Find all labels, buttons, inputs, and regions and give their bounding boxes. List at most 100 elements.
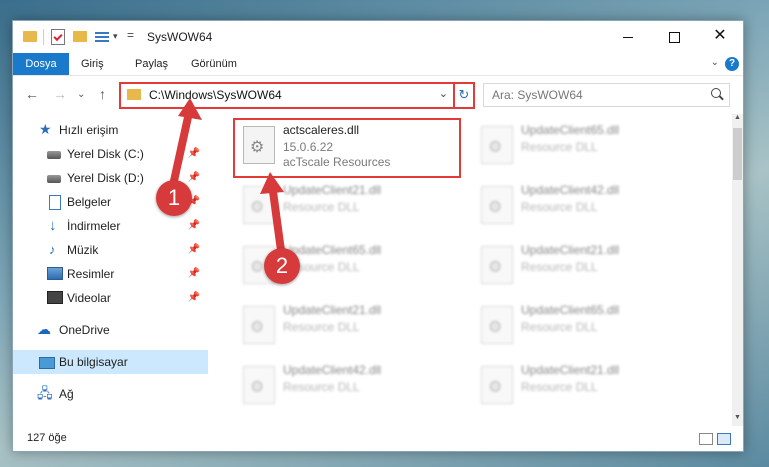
ribbon: Dosya Giriş Paylaş Görünüm ⌄ ? — [13, 53, 743, 76]
pin-icon[interactable]: 📌 — [188, 172, 200, 183]
file-tile[interactable]: UpdateClient21.dll Resource DLL — [477, 240, 707, 288]
pin-icon[interactable]: 📌 — [188, 244, 200, 255]
pin-icon[interactable]: 📌 — [188, 148, 200, 159]
title-bar: ▾ = SysWOW64 ✕ — [13, 21, 743, 53]
sidebar-item-label: Müzik — [67, 243, 99, 257]
file-name: UpdateClient42.dll — [521, 183, 620, 197]
file-name: UpdateClient21.dll — [521, 243, 620, 257]
dll-file-icon — [481, 306, 513, 344]
file-name: UpdateClient42.dll — [283, 363, 382, 377]
sidebar-item-pictures[interactable]: Resimler 📌 — [13, 262, 208, 286]
minimize-button[interactable] — [605, 21, 651, 51]
computer-icon — [39, 357, 55, 369]
sidebar-item-music[interactable]: ♪ Müzik 📌 — [13, 238, 208, 262]
file-description: Resource DLL — [521, 260, 598, 274]
properties-icon[interactable] — [51, 29, 65, 45]
sidebar-item-videos[interactable]: Videolar 📌 — [13, 286, 208, 310]
maximize-button[interactable] — [651, 21, 697, 51]
search-placeholder: Ara: SysWOW64 — [492, 88, 583, 102]
address-path[interactable]: C:\Windows\SysWOW64 — [149, 88, 282, 102]
chevron-down-icon[interactable]: ⌄ — [439, 87, 448, 100]
window-title: SysWOW64 — [147, 30, 213, 44]
step-1-badge: 1 — [156, 180, 192, 216]
dll-file-icon — [481, 186, 513, 224]
tab-share[interactable]: Paylaş — [125, 53, 178, 75]
file-description: Resource DLL — [283, 200, 360, 214]
scroll-down-icon[interactable]: ▼ — [732, 414, 743, 426]
view-icon[interactable] — [95, 30, 109, 42]
file-name: UpdateClient65.dll — [521, 123, 620, 137]
file-name: UpdateClient65.dll — [283, 243, 382, 257]
recent-chevron-icon[interactable]: ⌄ — [77, 89, 85, 100]
file-tile[interactable]: UpdateClient21.dll Resource DLL — [239, 300, 469, 348]
network-icon: 🖧 — [37, 385, 53, 401]
sidebar-item-this-pc[interactable]: Bu bilgisayar — [13, 350, 208, 374]
address-bar[interactable]: C:\Windows\SysWOW64 ⌄ — [119, 82, 456, 109]
step-2-badge: 2 — [264, 248, 300, 284]
file-tile[interactable]: UpdateClient21.dll Resource DLL — [477, 360, 707, 408]
tiles-view-icon[interactable] — [717, 433, 731, 445]
pin-icon[interactable]: 📌 — [188, 292, 200, 303]
file-tile[interactable]: UpdateClient21.dll Resource DLL — [239, 180, 469, 228]
file-description: Resource DLL — [283, 380, 360, 394]
refresh-button[interactable]: ↻ — [453, 82, 475, 109]
forward-arrow-icon[interactable]: → — [53, 86, 67, 102]
star-icon: ★ — [39, 121, 52, 137]
dll-file-icon — [243, 186, 275, 224]
sidebar-item-label: Hızlı erişim — [59, 123, 119, 137]
sidebar-item-onedrive[interactable]: ☁ OneDrive — [13, 318, 208, 342]
sidebar-item-downloads[interactable]: ↓ İndirmeler 📌 — [13, 214, 208, 238]
file-description: Resource DLL — [521, 200, 598, 214]
cloud-icon: ☁ — [37, 321, 51, 337]
sidebar-item-label: İndirmeler — [67, 219, 121, 233]
status-bar: 127 öğe — [13, 426, 743, 451]
sidebar-item-label: Resimler — [67, 267, 115, 281]
videos-icon — [47, 291, 63, 304]
document-icon — [49, 195, 61, 210]
sidebar-item-network[interactable]: 🖧 Ağ — [13, 382, 208, 406]
folder-icon — [127, 89, 141, 100]
help-icon[interactable]: ? — [725, 57, 739, 71]
sidebar-item-label: Belgeler — [67, 195, 112, 209]
file-tile[interactable]: UpdateClient65.dll Resource DLL — [477, 120, 707, 168]
pin-icon[interactable]: 📌 — [188, 268, 200, 279]
pin-icon[interactable]: 📌 — [188, 220, 200, 231]
sidebar-item-disk-c[interactable]: Yerel Disk (C:) 📌 — [13, 142, 208, 166]
separator — [43, 29, 44, 45]
chevron-down-icon[interactable]: ⌄ — [711, 57, 719, 68]
scrollbar-thumb[interactable] — [733, 128, 742, 180]
up-arrow-icon[interactable]: ↑ — [99, 86, 106, 102]
dll-file-icon — [481, 126, 513, 164]
file-description: Resource DLL — [521, 140, 598, 154]
file-highlight-box — [233, 118, 461, 178]
tab-home[interactable]: Giriş — [71, 53, 114, 75]
new-folder-icon[interactable] — [73, 31, 87, 42]
dll-file-icon — [481, 246, 513, 284]
file-tile[interactable]: UpdateClient65.dll Resource DLL — [477, 300, 707, 348]
chevron-down-icon[interactable]: ▾ — [113, 31, 118, 47]
explorer-window: ▾ = SysWOW64 ✕ Dosya Giriş Paylaş Görünü… — [12, 20, 744, 452]
sidebar-item-label: Ağ — [59, 387, 74, 401]
download-icon: ↓ — [49, 217, 57, 234]
tab-file[interactable]: Dosya — [13, 53, 69, 75]
sidebar-item-label: Yerel Disk (C:) — [67, 147, 144, 161]
close-button[interactable]: ✕ — [697, 21, 743, 51]
file-tile[interactable]: UpdateClient42.dll Resource DLL — [239, 360, 469, 408]
file-description: Resource DLL — [521, 380, 598, 394]
tab-view[interactable]: Görünüm — [181, 53, 247, 75]
vertical-scrollbar[interactable]: ▲ ▼ — [732, 114, 743, 426]
file-name: UpdateClient21.dll — [521, 363, 620, 377]
sidebar-item-label: Videolar — [67, 291, 111, 305]
dll-file-icon — [243, 366, 275, 404]
back-arrow-icon[interactable]: ← — [25, 86, 39, 102]
details-view-icon[interactable] — [699, 433, 713, 445]
file-name: UpdateClient21.dll — [283, 183, 382, 197]
navigation-bar: ← → ⌄ ↑ C:\Windows\SysWOW64 ⌄ ↻ Ara: Sys… — [13, 76, 743, 114]
search-input[interactable]: Ara: SysWOW64 — [483, 83, 730, 107]
sidebar-item-quick-access[interactable]: ★ Hızlı erişim — [13, 118, 208, 142]
scroll-up-icon[interactable]: ▲ — [732, 114, 743, 126]
folder-icon[interactable] — [23, 31, 37, 42]
music-icon: ♪ — [49, 242, 56, 257]
customize-toolbar-icon[interactable]: = — [127, 28, 134, 44]
file-tile[interactable]: UpdateClient42.dll Resource DLL — [477, 180, 707, 228]
